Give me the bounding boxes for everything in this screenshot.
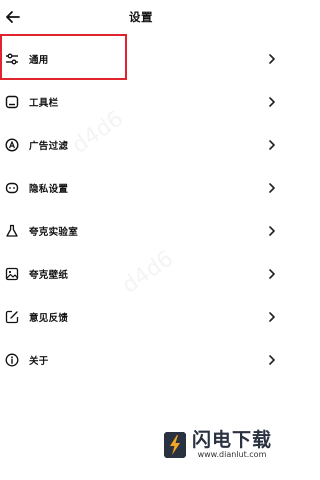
settings-item-label: 意见反馈 xyxy=(29,312,69,324)
settings-item-wallpaper[interactable]: 夸克壁纸 xyxy=(0,252,282,295)
wallpaper-icon xyxy=(4,266,20,282)
chevron-right-icon xyxy=(269,182,275,193)
settings-item-about[interactable]: 关于 xyxy=(0,338,282,381)
chevron-right-icon xyxy=(269,225,275,236)
chevron-right-icon xyxy=(269,311,275,322)
settings-item-label: 通用 xyxy=(29,54,49,66)
site-watermark: 闪电下载 www.dianlut.com xyxy=(162,430,272,460)
sliders-icon xyxy=(4,51,20,67)
chevron-right-icon xyxy=(269,354,275,365)
settings-item-ad-filter[interactable]: 广告过滤 xyxy=(0,123,282,166)
settings-item-general[interactable]: 通用 xyxy=(0,37,282,80)
info-icon xyxy=(4,352,20,368)
app-header: 设置 xyxy=(0,0,282,34)
settings-item-toolbar[interactable]: 工具栏 xyxy=(0,80,282,123)
toolbar-icon xyxy=(4,94,20,110)
settings-screen: d4d6 d4d6 设置 通用 工具栏 广告过滤 隐私设置 夸克实验室 夸克壁纸… xyxy=(0,0,282,480)
settings-item-label: 广告过滤 xyxy=(29,140,69,152)
watermark-brand: 闪电下载 xyxy=(191,429,272,452)
settings-item-lab[interactable]: 夸克实验室 xyxy=(0,209,282,252)
settings-item-label: 隐私设置 xyxy=(29,183,69,195)
chevron-right-icon xyxy=(269,96,275,107)
settings-list: 通用 工具栏 广告过滤 隐私设置 夸克实验室 夸克壁纸 意见反馈 关于 xyxy=(0,37,282,381)
settings-item-label: 夸克壁纸 xyxy=(29,269,69,281)
feedback-edit-icon xyxy=(4,309,20,325)
settings-item-label: 工具栏 xyxy=(29,97,59,109)
ad-filter-icon xyxy=(4,137,20,153)
settings-item-feedback[interactable]: 意见反馈 xyxy=(0,295,282,338)
flask-icon xyxy=(4,223,20,239)
watermark-url: www.dianlut.com xyxy=(197,450,267,460)
settings-item-label: 夸克实验室 xyxy=(29,226,79,238)
chevron-right-icon xyxy=(269,53,275,64)
settings-item-privacy[interactable]: 隐私设置 xyxy=(0,166,282,209)
privacy-mask-icon xyxy=(4,180,20,196)
lightning-logo-icon xyxy=(163,432,186,458)
chevron-right-icon xyxy=(269,139,275,150)
chevron-right-icon xyxy=(269,268,275,279)
page-title: 设置 xyxy=(129,10,153,24)
settings-item-label: 关于 xyxy=(29,355,49,367)
